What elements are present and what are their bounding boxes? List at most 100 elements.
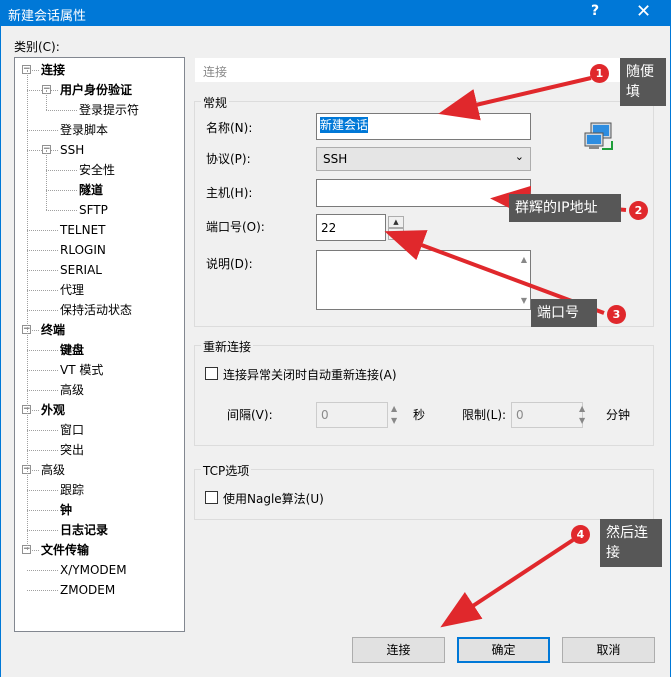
- tree-item[interactable]: RLOGIN: [60, 241, 106, 259]
- tree-connector: [27, 590, 58, 591]
- tree-item[interactable]: SSH: [60, 141, 84, 159]
- category-label: 类别(C):: [14, 40, 60, 54]
- tree-item[interactable]: 安全性: [79, 161, 115, 179]
- chevron-down-icon: ⌄: [514, 150, 524, 163]
- name-input[interactable]: 新建会话: [316, 113, 531, 140]
- port-input[interactable]: 22: [316, 214, 386, 241]
- tree-item[interactable]: 钟: [60, 501, 72, 519]
- nagle-checkbox[interactable]: [205, 491, 218, 504]
- interval-spin-down[interactable]: ▼: [391, 416, 397, 425]
- name-input-value: 新建会话: [320, 117, 369, 133]
- scroll-up-icon[interactable]: ▲: [521, 255, 527, 264]
- nagle-label: 使用Nagle算法(U): [223, 492, 324, 506]
- tree-item[interactable]: TELNET: [60, 221, 106, 239]
- annotation-badge-1: 1: [590, 64, 609, 83]
- window-title: 新建会话属性: [8, 9, 87, 24]
- tree-connector: [27, 570, 58, 571]
- limit-spin-down[interactable]: ▼: [579, 416, 585, 425]
- tree-connector: [27, 450, 58, 451]
- description-label: 说明(D):: [206, 257, 253, 271]
- tree-connector: [27, 250, 58, 251]
- tree-item[interactable]: 高级: [60, 381, 84, 399]
- tree-connector: [27, 370, 58, 371]
- tree-item[interactable]: 高级: [41, 461, 65, 479]
- tree-connector: [27, 310, 58, 311]
- limit-input[interactable]: 0: [511, 402, 583, 428]
- arrow-4: [440, 538, 575, 628]
- tree-item[interactable]: 文件传输: [41, 541, 89, 559]
- tree-guide-line: [46, 150, 47, 210]
- tree-connector: [46, 210, 77, 211]
- tree-item[interactable]: X/YMODEM: [60, 561, 127, 579]
- tree-guide-line: [46, 90, 47, 110]
- cancel-button[interactable]: 取消: [562, 637, 655, 663]
- tree-item[interactable]: ZMODEM: [60, 581, 115, 599]
- tree-connector: [46, 190, 77, 191]
- tree-item[interactable]: 登录提示符: [79, 101, 139, 119]
- host-input[interactable]: [316, 179, 531, 207]
- tree-item[interactable]: SFTP: [79, 201, 108, 219]
- tree-item[interactable]: SERIAL: [60, 261, 102, 279]
- limit-spin-up[interactable]: ▲: [579, 404, 585, 413]
- annotation-note-3: 端口号: [531, 299, 597, 327]
- tree-item[interactable]: 跟踪: [60, 481, 84, 499]
- tree-connector: [27, 230, 58, 231]
- interval-spin-up[interactable]: ▲: [391, 404, 397, 413]
- tree-guide-line: [27, 70, 28, 550]
- tree-item[interactable]: VT 模式: [60, 361, 103, 379]
- reconnect-group: [194, 345, 654, 446]
- general-group-title: 常规: [201, 94, 230, 111]
- tree-item[interactable]: 日志记录: [60, 521, 108, 539]
- session-computer-icon: [584, 122, 613, 150]
- annotation-badge-3: 3: [607, 305, 626, 324]
- annotation-note-1-line1: 随便: [626, 64, 654, 80]
- tree-connector: [27, 270, 58, 271]
- tree-item[interactable]: 外观: [41, 401, 65, 419]
- protocol-select[interactable]: SSH ⌄: [316, 147, 531, 171]
- tree-connector: [27, 490, 58, 491]
- tree-item[interactable]: 登录脚本: [60, 121, 108, 139]
- port-input-value: 22: [321, 221, 337, 235]
- limit-unit: 分钟: [606, 408, 631, 422]
- close-button[interactable]: ✕: [636, 1, 651, 22]
- category-tree[interactable]: 连接 − 用户身份验证 − 登录提示符 登录脚本 SSH − 安全性 隧道 SFTP TELNET RL…: [14, 57, 185, 632]
- tree-connector: [27, 390, 58, 391]
- breadcrumb: 连接: [195, 58, 655, 82]
- tree-connector: [27, 530, 58, 531]
- title-bar: 新建会话属性 ? ✕: [0, 0, 671, 26]
- interval-input[interactable]: 0: [316, 402, 388, 428]
- tree-item[interactable]: 窗口: [60, 421, 84, 439]
- scroll-down-icon[interactable]: ▼: [521, 296, 527, 305]
- annotation-note-4-line2: 接: [606, 545, 620, 561]
- tree-item[interactable]: 突出: [60, 441, 84, 459]
- tree-connector: [27, 130, 58, 131]
- ok-button[interactable]: 确定: [457, 637, 550, 663]
- description-textarea[interactable]: ▲ ▼: [316, 250, 531, 310]
- annotation-badge-2: 2: [629, 201, 648, 220]
- tree-item[interactable]: 保持活动状态: [60, 301, 132, 319]
- auto-reconnect-label: 连接异常关闭时自动重新连接(A): [223, 368, 397, 382]
- tree-connector: [46, 110, 77, 111]
- tree-item[interactable]: 代理: [60, 281, 84, 299]
- tree-item[interactable]: 隧道: [79, 181, 103, 199]
- tree-item[interactable]: 终端: [41, 321, 65, 339]
- protocol-select-value: SSH: [323, 152, 348, 166]
- limit-label: 限制(L):: [462, 408, 507, 422]
- tree-item[interactable]: 用户身份验证: [60, 81, 132, 99]
- port-label: 端口号(O):: [206, 220, 265, 234]
- port-spin-down[interactable]: ▼: [388, 228, 404, 240]
- connect-button[interactable]: 连接: [352, 637, 445, 663]
- interval-label: 间隔(V):: [227, 408, 273, 422]
- help-button[interactable]: ?: [591, 3, 599, 19]
- tree-connector: [27, 350, 58, 351]
- annotation-note-1: 随便 填: [620, 58, 666, 106]
- tree-item[interactable]: 连接: [41, 61, 65, 79]
- tree-connector: [46, 170, 77, 171]
- tree-connector: [27, 510, 58, 511]
- annotation-note-2: 群辉的IP地址: [509, 194, 621, 222]
- limit-input-value: 0: [516, 408, 524, 422]
- auto-reconnect-checkbox[interactable]: [205, 367, 218, 380]
- tree-item[interactable]: 键盘: [60, 341, 84, 359]
- tcp-group-title: TCP选项: [201, 462, 252, 479]
- port-spin-up[interactable]: ▲: [388, 216, 404, 228]
